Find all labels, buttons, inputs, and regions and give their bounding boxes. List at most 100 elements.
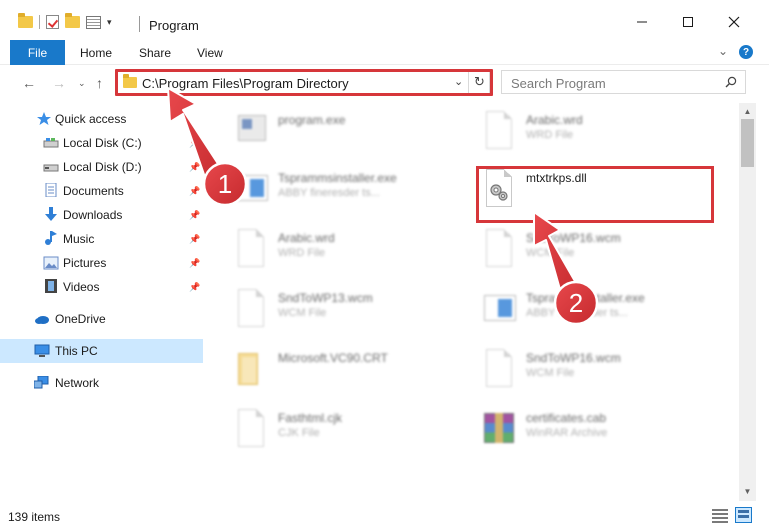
sidebar-item-pictures[interactable]: Pictures 📌 xyxy=(0,251,203,275)
file-type: ABBY fineresder ts... xyxy=(526,307,628,319)
network-icon xyxy=(34,376,49,389)
drive-icon xyxy=(43,164,59,172)
navigation-bar: ← → ⌄ ↑ C:\Program Files\Program Directo… xyxy=(0,66,769,100)
file-item[interactable]: certificates.cab WinRAR Archive xyxy=(482,409,712,459)
vertical-scrollbar[interactable]: ▲ ▼ xyxy=(739,103,756,501)
pin-icon[interactable]: 📌 xyxy=(189,138,200,149)
file-item[interactable]: SndToWP13.wcm WCM File xyxy=(234,289,464,339)
file-item[interactable]: Microsoft.VC90.CRT xyxy=(234,349,464,399)
sidebar-item-local-disk-d[interactable]: Local Disk (D:) 📌 xyxy=(0,155,203,179)
file-item[interactable]: Fasthtml.cjk CJK File xyxy=(234,409,464,459)
up-arrow-icon[interactable]: ↑ xyxy=(96,75,103,91)
document-icon xyxy=(482,229,516,271)
file-item[interactable]: Tsprammsinstaller.exe ABBY fineresder ts… xyxy=(234,169,464,219)
sidebar-item-videos[interactable]: Videos 📌 xyxy=(0,275,203,299)
file-item[interactable]: Tsprammsinstaller.exe ABBY fineresder ts… xyxy=(482,289,712,339)
file-type: WinRAR Archive xyxy=(526,427,608,439)
tab-share[interactable]: Share xyxy=(139,46,171,60)
properties-check-icon[interactable] xyxy=(46,15,59,29)
sidebar-item-local-disk-c[interactable]: Local Disk (C:) 📌 xyxy=(0,131,203,155)
document-icon xyxy=(482,111,516,153)
pin-icon[interactable]: 📌 xyxy=(189,234,200,245)
tab-home[interactable]: Home xyxy=(80,46,112,60)
file-name: Tsprammsinstaller.exe xyxy=(526,291,645,305)
navigation-pane: Quick access Local Disk (C:) 📌 Local Dis… xyxy=(0,103,206,501)
recent-locations-chevron-icon[interactable]: ⌄ xyxy=(78,78,86,89)
file-type: ABBY fineresder ts... xyxy=(278,187,380,199)
file-name: Arabic.wrd xyxy=(526,113,583,127)
sidebar-item-label: OneDrive xyxy=(55,312,106,326)
sidebar-item-label: Quick access xyxy=(55,112,127,126)
close-button[interactable] xyxy=(724,12,744,32)
sidebar-item-onedrive[interactable]: OneDrive xyxy=(0,307,203,331)
help-icon[interactable]: ? xyxy=(739,45,753,59)
sidebar-item-quick-access[interactable]: Quick access xyxy=(0,107,203,131)
cloud-icon xyxy=(35,316,49,324)
quick-access-toolbar: ▾ xyxy=(18,13,112,29)
file-name: Tsprammsinstaller.exe xyxy=(278,171,397,185)
scroll-down-arrow-icon[interactable]: ▼ xyxy=(739,483,756,499)
close-icon xyxy=(728,16,740,28)
tab-file[interactable]: File xyxy=(10,40,65,65)
pin-icon[interactable]: 📌 xyxy=(189,210,200,221)
sidebar-item-network[interactable]: Network xyxy=(0,371,203,395)
exe-icon xyxy=(234,111,268,153)
file-name: SndToWP13.wcm xyxy=(278,291,373,305)
large-icons-view-icon[interactable] xyxy=(735,507,752,523)
document-icon xyxy=(234,409,268,451)
pin-icon[interactable]: 📌 xyxy=(189,258,200,269)
view-properties-icon[interactable] xyxy=(86,15,101,29)
sidebar-item-label: Local Disk (D:) xyxy=(63,160,142,174)
pin-icon[interactable]: 📌 xyxy=(189,162,200,173)
back-arrow-icon[interactable]: ← xyxy=(22,75,36,91)
minimize-button[interactable] xyxy=(632,12,652,32)
file-name: certificates.cab xyxy=(526,411,607,425)
sidebar-item-music[interactable]: Music 📌 xyxy=(0,227,203,251)
file-name: SndToWP16.wcm xyxy=(526,351,621,365)
sidebar-item-downloads[interactable]: Downloads 📌 xyxy=(0,203,203,227)
customize-toolbar-chevron-icon[interactable]: ▾ xyxy=(107,17,112,28)
folder-icon xyxy=(18,13,33,28)
expand-ribbon-chevron-icon[interactable]: ⌄ xyxy=(718,44,728,58)
sidebar-item-label: Music xyxy=(63,232,95,246)
file-item[interactable]: SndToWP16.wcm WCM File xyxy=(482,229,712,279)
downloads-icon xyxy=(45,207,57,221)
file-name: Fasthtml.cjk xyxy=(278,411,343,425)
file-item[interactable]: Arabic.wrd WRD File xyxy=(234,229,464,279)
file-type: WCM File xyxy=(526,247,575,259)
search-input[interactable]: Search Program xyxy=(511,76,606,91)
details-view-icon[interactable] xyxy=(712,509,728,523)
search-box[interactable]: Search Program xyxy=(501,70,746,94)
file-item[interactable]: program.exe xyxy=(234,111,464,161)
sidebar-item-documents[interactable]: Documents 📌 xyxy=(0,179,203,203)
title-divider xyxy=(139,16,140,32)
maximize-button[interactable] xyxy=(678,12,698,32)
forward-arrow-icon[interactable]: → xyxy=(52,75,66,91)
maximize-icon xyxy=(683,17,693,27)
sidebar-item-label: Pictures xyxy=(63,256,107,270)
sidebar-item-this-pc[interactable]: This PC xyxy=(0,339,203,363)
scrollbar-thumb[interactable] xyxy=(741,119,754,167)
sidebar-item-label: Local Disk (C:) xyxy=(63,136,142,150)
toolbar-divider xyxy=(39,15,40,29)
pin-icon[interactable]: 📌 xyxy=(189,186,200,197)
file-item[interactable]: Arabic.wrd WRD File xyxy=(482,111,712,161)
document-icon xyxy=(482,349,516,391)
sidebar-item-label: Documents xyxy=(63,184,124,198)
scroll-up-arrow-icon[interactable]: ▲ xyxy=(739,103,756,119)
file-item[interactable]: SndToWP16.wcm WCM File xyxy=(482,349,712,399)
pictures-icon xyxy=(43,256,59,270)
installer-icon xyxy=(234,169,268,211)
window-title: Program xyxy=(149,18,199,33)
new-folder-icon[interactable] xyxy=(65,13,80,28)
search-icon[interactable] xyxy=(725,76,737,88)
ribbon-tabs: File Home Share View ⌄ ? xyxy=(0,40,769,65)
music-icon xyxy=(45,231,57,245)
pin-icon[interactable]: 📌 xyxy=(189,282,200,293)
file-name: SndToWP16.wcm xyxy=(526,231,621,245)
tab-view[interactable]: View xyxy=(197,46,223,60)
documents-icon xyxy=(45,183,57,197)
address-bar-highlight xyxy=(115,69,493,96)
status-bar: 139 items xyxy=(0,501,769,532)
sidebar-item-label: Network xyxy=(55,376,100,390)
